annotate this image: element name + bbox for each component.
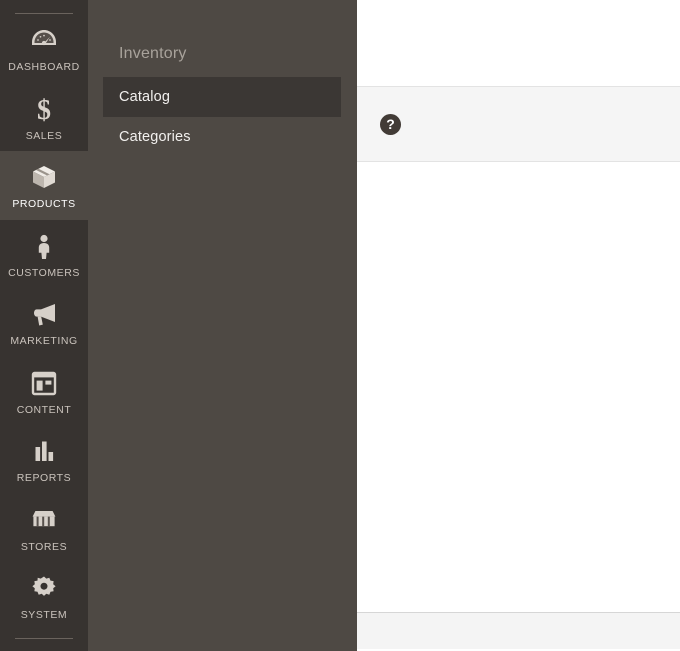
products-flyout-menu: Inventory Catalog Categories — [88, 0, 357, 651]
person-icon — [2, 231, 86, 261]
list-item: Categories — [88, 117, 357, 157]
dollar-icon: $ — [2, 94, 86, 124]
layout-icon — [2, 368, 86, 398]
gauge-icon — [2, 25, 86, 55]
sidebar-item-label: CUSTOMERS — [8, 266, 80, 279]
sidebar-item-sales[interactable]: $ SALES — [0, 83, 88, 152]
flyout-section-title: Inventory — [119, 45, 187, 62]
content-body-region — [357, 162, 680, 612]
sidebar-item-stores[interactable]: STORES — [0, 494, 88, 563]
sidebar-item-products[interactable]: PRODUCTS — [0, 151, 88, 220]
flyout-item-catalog[interactable]: Catalog — [103, 77, 341, 117]
sidebar-item-label: REPORTS — [16, 472, 72, 484]
sidebar-item-label: DASHBOARD — [8, 61, 80, 73]
sidebar-item-label: STORES — [20, 540, 68, 553]
sidebar-item-find-partners-extensions[interactable]: FIND PARTNERS & EXTENSIONS — [0, 644, 88, 651]
flyout-menu-list: Catalog Categories — [88, 77, 357, 157]
sidebar-item-label: PRODUCTS — [12, 198, 76, 210]
sidebar-bottom-divider — [15, 637, 73, 639]
primary-sidebar: DASHBOARD $ SALES PRODUCTS CUSTOMERS MAR… — [0, 0, 88, 651]
question-mark-icon[interactable]: ? — [380, 113, 401, 135]
sidebar-item-reports[interactable]: REPORTS — [0, 425, 88, 494]
sidebar-item-dashboard[interactable]: DASHBOARD — [0, 14, 88, 83]
flyout-item-categories[interactable]: Categories — [103, 117, 341, 157]
sidebar-item-label: MARKETING — [10, 335, 78, 347]
main-content-area: ? — [357, 0, 680, 651]
sidebar-item-content[interactable]: CONTENT — [0, 357, 88, 426]
page-header-region — [357, 0, 680, 86]
sidebar-item-system[interactable]: SYSTEM — [0, 562, 88, 631]
content-footer-region — [357, 612, 680, 649]
box-icon — [2, 162, 86, 192]
sidebar-item-label: SALES — [25, 129, 63, 142]
sidebar-item-label: CONTENT — [16, 403, 72, 416]
flyout-item-label: Categories — [119, 129, 191, 145]
page-toolbar-band: ? — [357, 86, 680, 162]
gear-icon — [2, 573, 86, 603]
flyout-item-label: Catalog — [119, 89, 171, 105]
megaphone-icon — [2, 299, 86, 329]
sidebar-item-customers[interactable]: CUSTOMERS — [0, 220, 88, 289]
bar-chart-icon — [2, 436, 86, 466]
sidebar-item-marketing[interactable]: MARKETING — [0, 288, 88, 357]
storefront-icon — [2, 505, 86, 535]
magento-admin-screen: DASHBOARD $ SALES PRODUCTS CUSTOMERS MAR… — [0, 0, 680, 651]
svg-text:$: $ — [37, 95, 51, 124]
list-item: Catalog — [88, 77, 357, 117]
sidebar-item-label: SYSTEM — [20, 609, 68, 621]
